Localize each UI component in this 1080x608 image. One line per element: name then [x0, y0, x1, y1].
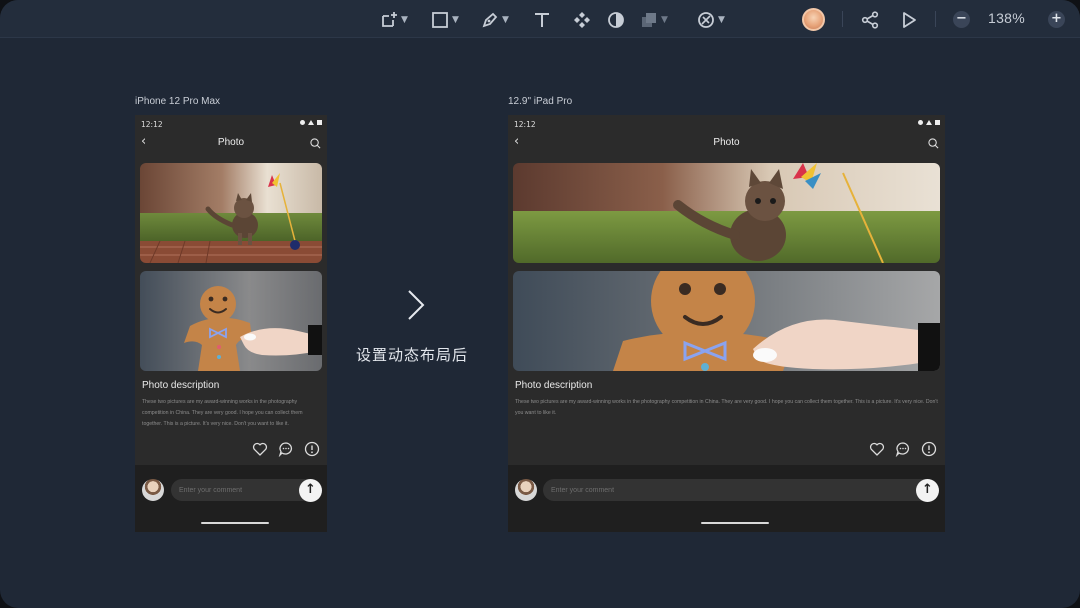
- text-icon: [535, 13, 549, 27]
- user-avatar[interactable]: [802, 8, 825, 31]
- chevron-down-icon: ▼: [452, 15, 459, 25]
- info-icon[interactable]: [921, 441, 937, 457]
- home-indicator: [201, 522, 269, 524]
- phone-frame[interactable]: 12:12 ‹ Photo Photo description These tw…: [135, 115, 327, 532]
- component-icon: [574, 12, 590, 28]
- comment-input[interactable]: [543, 479, 938, 501]
- zoom-level[interactable]: 138%: [988, 10, 1025, 26]
- status-bar: 12:12: [508, 115, 945, 133]
- nav-bar: ‹ Photo: [508, 133, 945, 155]
- prototype-icon: [698, 12, 714, 28]
- commenter-avatar: [142, 479, 164, 501]
- comment-bar: ↑: [508, 465, 945, 532]
- post-actions: [869, 441, 937, 457]
- artboard-tool[interactable]: ▼: [380, 9, 408, 31]
- search-icon[interactable]: [928, 138, 939, 149]
- boolean-icon: [642, 13, 656, 27]
- toolbar-divider: [935, 11, 936, 27]
- toolbar-divider: [842, 11, 843, 27]
- share-button[interactable]: [861, 9, 879, 31]
- contrast-icon: [608, 12, 624, 28]
- gingerbread-photo[interactable]: [140, 271, 322, 371]
- send-button[interactable]: ↑: [916, 479, 939, 502]
- pen-icon: [482, 12, 498, 28]
- comment-icon[interactable]: [278, 441, 294, 457]
- heart-icon[interactable]: [869, 441, 885, 457]
- status-time: 12:12: [141, 120, 163, 129]
- rectangle-tool[interactable]: ▼: [431, 9, 459, 31]
- chevron-down-icon: ▼: [718, 15, 725, 25]
- chevron-down-icon: ▼: [661, 15, 668, 25]
- chevron-right-icon: [408, 290, 425, 320]
- description-title: Photo description: [515, 380, 593, 391]
- info-icon[interactable]: [304, 441, 320, 457]
- commenter-avatar: [515, 479, 537, 501]
- signal-icon: [918, 120, 923, 125]
- kitten-photo[interactable]: [140, 163, 322, 263]
- editor-window: ▼ ▼ ▼ ▼ ▼ − 138% + iPhone 12 Pro Max 12:…: [0, 0, 1080, 608]
- share-icon: [861, 11, 879, 29]
- page-title: Photo: [713, 137, 740, 148]
- tablet-frame-label: 12.9" iPad Pro: [508, 96, 573, 107]
- description-body: These two pictures are my award-winning …: [515, 399, 938, 416]
- artboard-icon: [382, 12, 397, 27]
- signal-icon: [300, 120, 305, 125]
- kitten-photo[interactable]: [513, 163, 940, 263]
- comment-bar: ↑: [135, 465, 327, 532]
- component-tool[interactable]: [573, 9, 591, 31]
- description-title: Photo description: [142, 380, 220, 391]
- battery-icon: [317, 120, 322, 125]
- heart-icon[interactable]: [252, 441, 268, 457]
- play-icon: [903, 12, 916, 28]
- status-time: 12:12: [514, 120, 536, 129]
- chevron-down-icon: ▼: [502, 15, 509, 25]
- transition-caption: 设置动态布局后: [356, 346, 469, 364]
- page-title: Photo: [217, 137, 245, 148]
- battery-icon: [935, 120, 940, 125]
- rectangle-icon: [432, 12, 448, 28]
- tablet-frame[interactable]: 12:12 ‹ Photo Photo description These tw…: [508, 115, 945, 532]
- wifi-icon: [926, 120, 932, 125]
- pen-tool[interactable]: ▼: [481, 9, 509, 31]
- zoom-in-button[interactable]: +: [1048, 11, 1065, 28]
- search-icon[interactable]: [310, 138, 321, 149]
- contrast-tool[interactable]: [607, 9, 625, 31]
- nav-bar: ‹ Photo: [135, 133, 327, 155]
- wifi-icon: [308, 120, 314, 125]
- preview-play-button[interactable]: [900, 9, 918, 31]
- text-tool[interactable]: [533, 9, 551, 31]
- boolean-tool[interactable]: ▼: [640, 9, 668, 31]
- status-bar: 12:12: [135, 115, 327, 133]
- chevron-down-icon: ▼: [401, 15, 408, 25]
- home-indicator: [701, 522, 769, 524]
- description-body: These two pictures are my award-winning …: [142, 399, 303, 427]
- top-toolbar: ▼ ▼ ▼ ▼ ▼ − 138% +: [0, 0, 1080, 38]
- comment-icon[interactable]: [895, 441, 911, 457]
- prototype-tool[interactable]: ▼: [697, 9, 725, 31]
- send-button[interactable]: ↑: [299, 479, 322, 502]
- zoom-out-button[interactable]: −: [953, 11, 970, 28]
- post-actions: [252, 441, 320, 457]
- phone-frame-label: iPhone 12 Pro Max: [135, 96, 221, 107]
- gingerbread-photo[interactable]: [513, 271, 940, 371]
